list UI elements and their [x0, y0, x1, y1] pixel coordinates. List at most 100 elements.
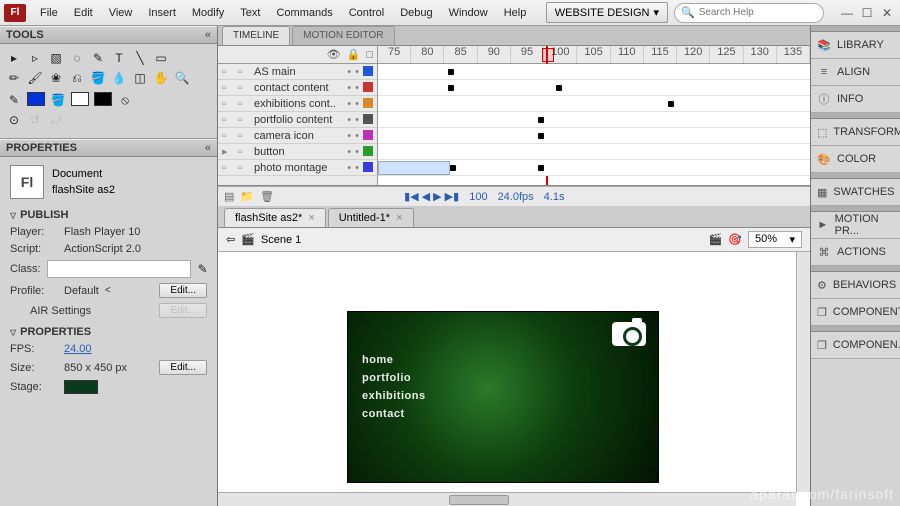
text-tool[interactable]: T: [111, 50, 127, 66]
panel-align[interactable]: ≡ALIGN: [811, 59, 900, 86]
menu-view[interactable]: View: [101, 3, 141, 23]
tools-panel-header[interactable]: TOOLS«: [0, 26, 217, 44]
no-color-icon[interactable]: ⦸: [117, 92, 133, 108]
back-icon[interactable]: ⇦: [226, 233, 235, 246]
menu-debug[interactable]: Debug: [392, 3, 440, 23]
stage[interactable]: homeportfolioexhibitionscontact: [218, 252, 810, 506]
menu-window[interactable]: Window: [441, 3, 496, 23]
new-folder-icon[interactable]: 📁: [240, 190, 254, 203]
fill-style-icon[interactable]: 🪣: [50, 92, 66, 108]
layer-row[interactable]: ▫▫exhibitions cont..••: [218, 96, 377, 112]
stroke-style-icon[interactable]: ✎: [6, 92, 22, 108]
panel-motionpr[interactable]: ►MOTION PR...: [811, 212, 900, 239]
panel-componen[interactable]: ❐COMPONEN...: [811, 332, 900, 359]
pencil-tool[interactable]: ✏: [6, 70, 22, 86]
tab-timeline[interactable]: TIMELINE: [222, 26, 290, 45]
menu-modify[interactable]: Modify: [184, 3, 232, 23]
eraser-tool[interactable]: ◫: [132, 70, 148, 86]
layer-row[interactable]: ▫▫camera icon••: [218, 128, 377, 144]
panel-actions[interactable]: ⌘ACTIONS: [811, 239, 900, 266]
layer-row[interactable]: ▫▫photo montage••: [218, 160, 377, 176]
close-tab-icon[interactable]: ×: [396, 212, 402, 224]
selection-tool[interactable]: ▸: [6, 50, 22, 66]
paint-bucket-tool[interactable]: 🪣: [90, 70, 106, 86]
panel-swatches[interactable]: ▦SWATCHES: [811, 179, 900, 206]
panel-library[interactable]: 📚LIBRARY: [811, 32, 900, 59]
doc-tab-1[interactable]: flashSite as2*×: [224, 208, 326, 227]
menu-file[interactable]: File: [32, 3, 66, 23]
menu-control[interactable]: Control: [341, 3, 392, 23]
timeline-track[interactable]: [378, 160, 810, 176]
horizontal-scrollbar[interactable]: [218, 492, 796, 506]
tab-motion-editor[interactable]: MOTION EDITOR: [292, 26, 394, 45]
rectangle-tool[interactable]: ▭: [153, 50, 169, 66]
new-layer-icon[interactable]: ▤: [224, 190, 234, 203]
outline-icon[interactable]: □: [366, 49, 373, 61]
panel-behaviors[interactable]: ⚙BEHAVIORS: [811, 272, 900, 299]
delete-layer-icon[interactable]: 🗑: [260, 190, 274, 203]
timeline-track[interactable]: [378, 64, 810, 80]
layer-row[interactable]: ▫▫portfolio content••: [218, 112, 377, 128]
search-input[interactable]: [699, 7, 831, 18]
menu-insert[interactable]: Insert: [140, 3, 184, 23]
layer-row[interactable]: ▫▫AS main••: [218, 64, 377, 80]
brush-tool[interactable]: 🖌: [27, 70, 43, 86]
close-tab-icon[interactable]: ×: [308, 212, 314, 224]
doc-tab-2[interactable]: Untitled-1*×: [328, 208, 414, 227]
timeline-track[interactable]: [378, 96, 810, 112]
stage-color[interactable]: [64, 380, 98, 394]
nav-exhibitions[interactable]: exhibitions: [362, 390, 426, 402]
free-transform-tool[interactable]: ▧: [48, 50, 64, 66]
menu-text[interactable]: Text: [232, 3, 268, 23]
bone-tool[interactable]: ⎌: [69, 70, 85, 86]
class-input[interactable]: [47, 260, 191, 278]
scene-name[interactable]: Scene 1: [261, 234, 301, 246]
timeline-ruler[interactable]: 7580859095100105110115120125130135: [378, 46, 810, 64]
swap-colors[interactable]: [94, 92, 112, 106]
nav-home[interactable]: home: [362, 354, 426, 366]
air-edit-button[interactable]: Edit...: [159, 303, 207, 318]
properties-section[interactable]: PROPERTIES: [10, 326, 207, 338]
properties-panel-header[interactable]: PROPERTIES«: [0, 139, 217, 157]
lock-icon[interactable]: 🔒: [347, 48, 361, 61]
panel-color[interactable]: 🎨COLOR: [811, 146, 900, 173]
menu-commands[interactable]: Commands: [268, 3, 340, 23]
canvas[interactable]: homeportfolioexhibitionscontact: [348, 312, 658, 482]
minimize-icon[interactable]: —: [838, 6, 856, 20]
timeline-track[interactable]: [378, 128, 810, 144]
edit-scene-icon[interactable]: 🎬: [709, 233, 723, 246]
edit-symbols-icon[interactable]: 🎯: [728, 233, 742, 246]
menu-help[interactable]: Help: [496, 3, 535, 23]
fill-color[interactable]: [71, 92, 89, 106]
zoom-tool[interactable]: 🔍: [174, 70, 190, 86]
panel-components[interactable]: ❐COMPONENTS: [811, 299, 900, 326]
size-edit-button[interactable]: Edit...: [159, 360, 207, 375]
hand-tool[interactable]: ✋: [153, 70, 169, 86]
menu-edit[interactable]: Edit: [66, 3, 101, 23]
subselection-tool[interactable]: ▹: [27, 50, 43, 66]
vertical-scrollbar[interactable]: [796, 252, 810, 492]
fps-value[interactable]: 24.00: [64, 343, 92, 355]
panel-info[interactable]: ⓘINFO: [811, 86, 900, 113]
panel-transform[interactable]: ⬚TRANSFORM: [811, 119, 900, 146]
timeline-track[interactable]: [378, 80, 810, 96]
zoom-select[interactable]: 50%▾: [748, 231, 802, 248]
layer-row[interactable]: ▫▫contact content••: [218, 80, 377, 96]
layer-row[interactable]: ▸▫button••: [218, 144, 377, 160]
stroke-color[interactable]: [27, 92, 45, 106]
option-icon[interactable]: ↺: [27, 112, 43, 128]
lasso-tool[interactable]: ◌: [69, 50, 85, 66]
pencil-icon[interactable]: ✎: [197, 261, 209, 277]
workspace-switcher[interactable]: WEBSITE DESIGN▾: [546, 2, 668, 23]
publish-section[interactable]: PUBLISH: [10, 209, 207, 221]
option2-icon[interactable]: ⤾: [48, 112, 64, 128]
nav-portfolio[interactable]: portfolio: [362, 372, 426, 384]
snap-icon[interactable]: ⊙: [6, 112, 22, 128]
help-search[interactable]: 🔍: [674, 3, 824, 23]
line-tool[interactable]: ╲: [132, 50, 148, 66]
eyedropper-tool[interactable]: 💧: [111, 70, 127, 86]
timeline-track[interactable]: [378, 112, 810, 128]
deco-tool[interactable]: ❀: [48, 70, 64, 86]
eye-icon[interactable]: 👁: [327, 48, 341, 61]
pen-tool[interactable]: ✎: [90, 50, 106, 66]
